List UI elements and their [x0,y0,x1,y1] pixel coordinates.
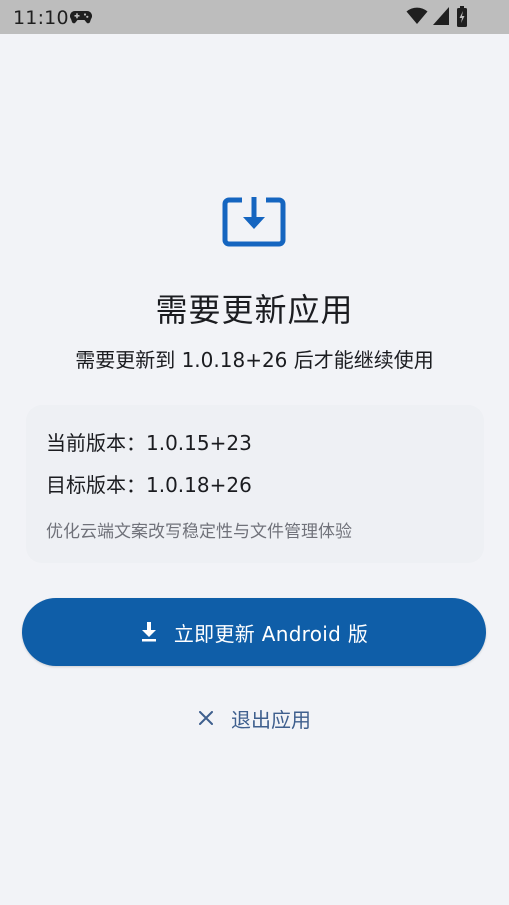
exit-app-button[interactable]: 退出应用 [175,696,335,740]
exit-button-label: 退出应用 [231,707,311,732]
page-title: 需要更新应用 [155,291,354,329]
battery-icon [457,6,467,27]
update-now-button[interactable]: 立即更新 Android 版 [22,598,486,666]
download-icon [141,622,156,642]
update-button-label: 立即更新 Android 版 [173,621,369,646]
status-time: 11:10 [13,7,69,29]
target-version: 目标版本：1.0.18+26 [46,473,252,497]
signal-icon [433,7,449,25]
page-subtitle: 需要更新到 1.0.18+26 后才能继续使用 [75,348,434,372]
version-info-card: 当前版本：1.0.15+23 目标版本：1.0.18+26 优化云端文案改写稳定… [26,405,484,563]
update-description: 优化云端文案改写稳定性与文件管理体验 [46,522,352,542]
wifi-icon [406,7,428,24]
gamepad-icon [70,11,92,24]
current-version: 当前版本：1.0.15+23 [46,431,252,455]
close-icon [199,711,213,725]
status-bar: 11:10 [0,0,509,34]
download-box-icon [222,197,286,247]
